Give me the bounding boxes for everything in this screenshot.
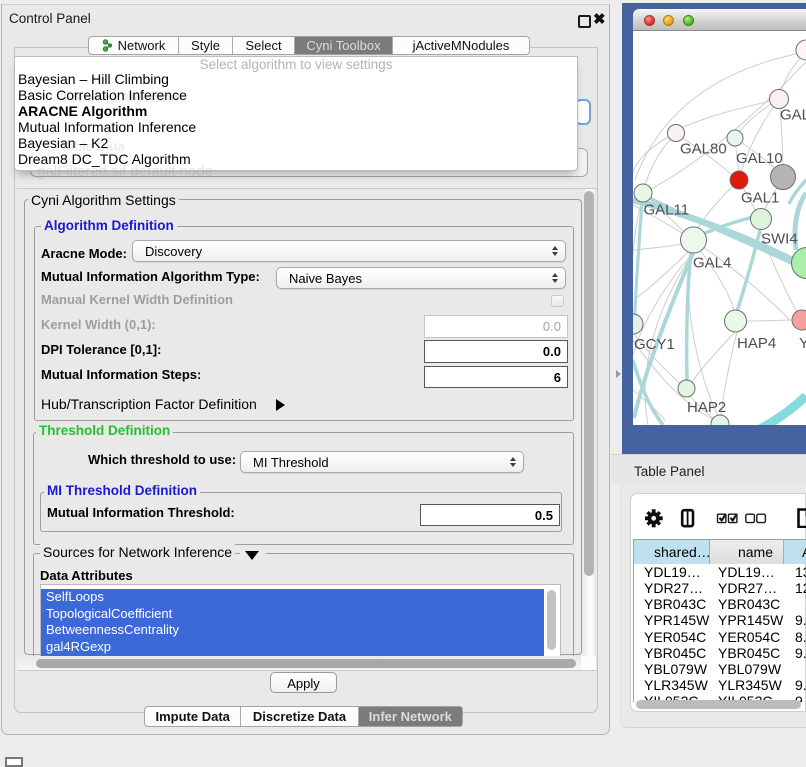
- svg-text:GAL4: GAL4: [693, 255, 731, 272]
- svg-text:GAL80: GAL80: [680, 141, 727, 158]
- svg-text:GCY1: GCY1: [634, 336, 675, 353]
- svg-text:YJ: YJ: [799, 335, 806, 352]
- svg-text:SWI4: SWI4: [761, 231, 798, 248]
- svg-text:HAP2: HAP2: [687, 399, 726, 416]
- svg-text:GAL1: GAL1: [741, 190, 779, 207]
- svg-text:GAL1: GAL1: [780, 107, 806, 124]
- svg-text:GAL10: GAL10: [736, 150, 783, 167]
- svg-text:GAL11: GAL11: [644, 202, 690, 219]
- svg-text:HAP4: HAP4: [737, 335, 776, 352]
